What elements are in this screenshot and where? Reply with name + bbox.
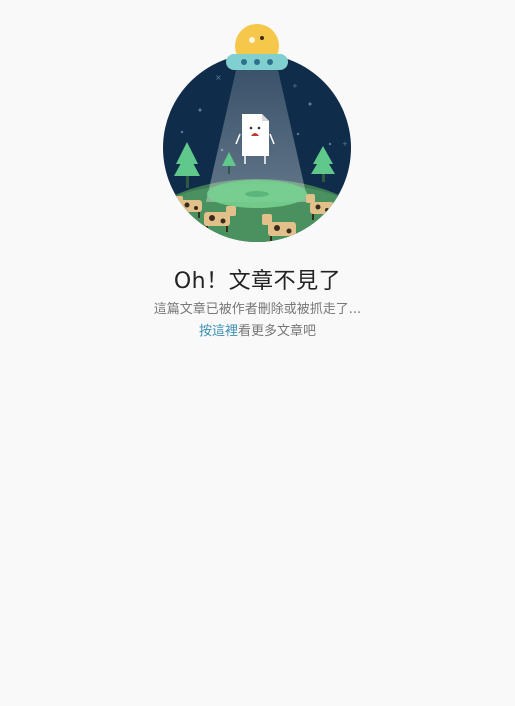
svg-text:+: + [342,140,348,148]
more-articles-text: 看更多文章吧 [238,324,317,339]
svg-text:×: × [215,73,222,82]
svg-text:+: + [292,82,298,90]
ufo-abduction-illustration: × + + [163,24,351,242]
ufo [226,24,288,70]
error-message: 這篇文章已被作者刪除或被抓走了... [153,302,362,317]
page-title: Oh！文章不見了 [173,269,342,294]
more-articles-line: 按這裡看更多文章吧 [0,320,515,339]
page: × + + Oh！文章不見了 這篇文章已被作者刪除或被抓走了... 按這裡看更多… [0,0,515,706]
more-articles-link[interactable]: 按這裡 [199,324,238,339]
